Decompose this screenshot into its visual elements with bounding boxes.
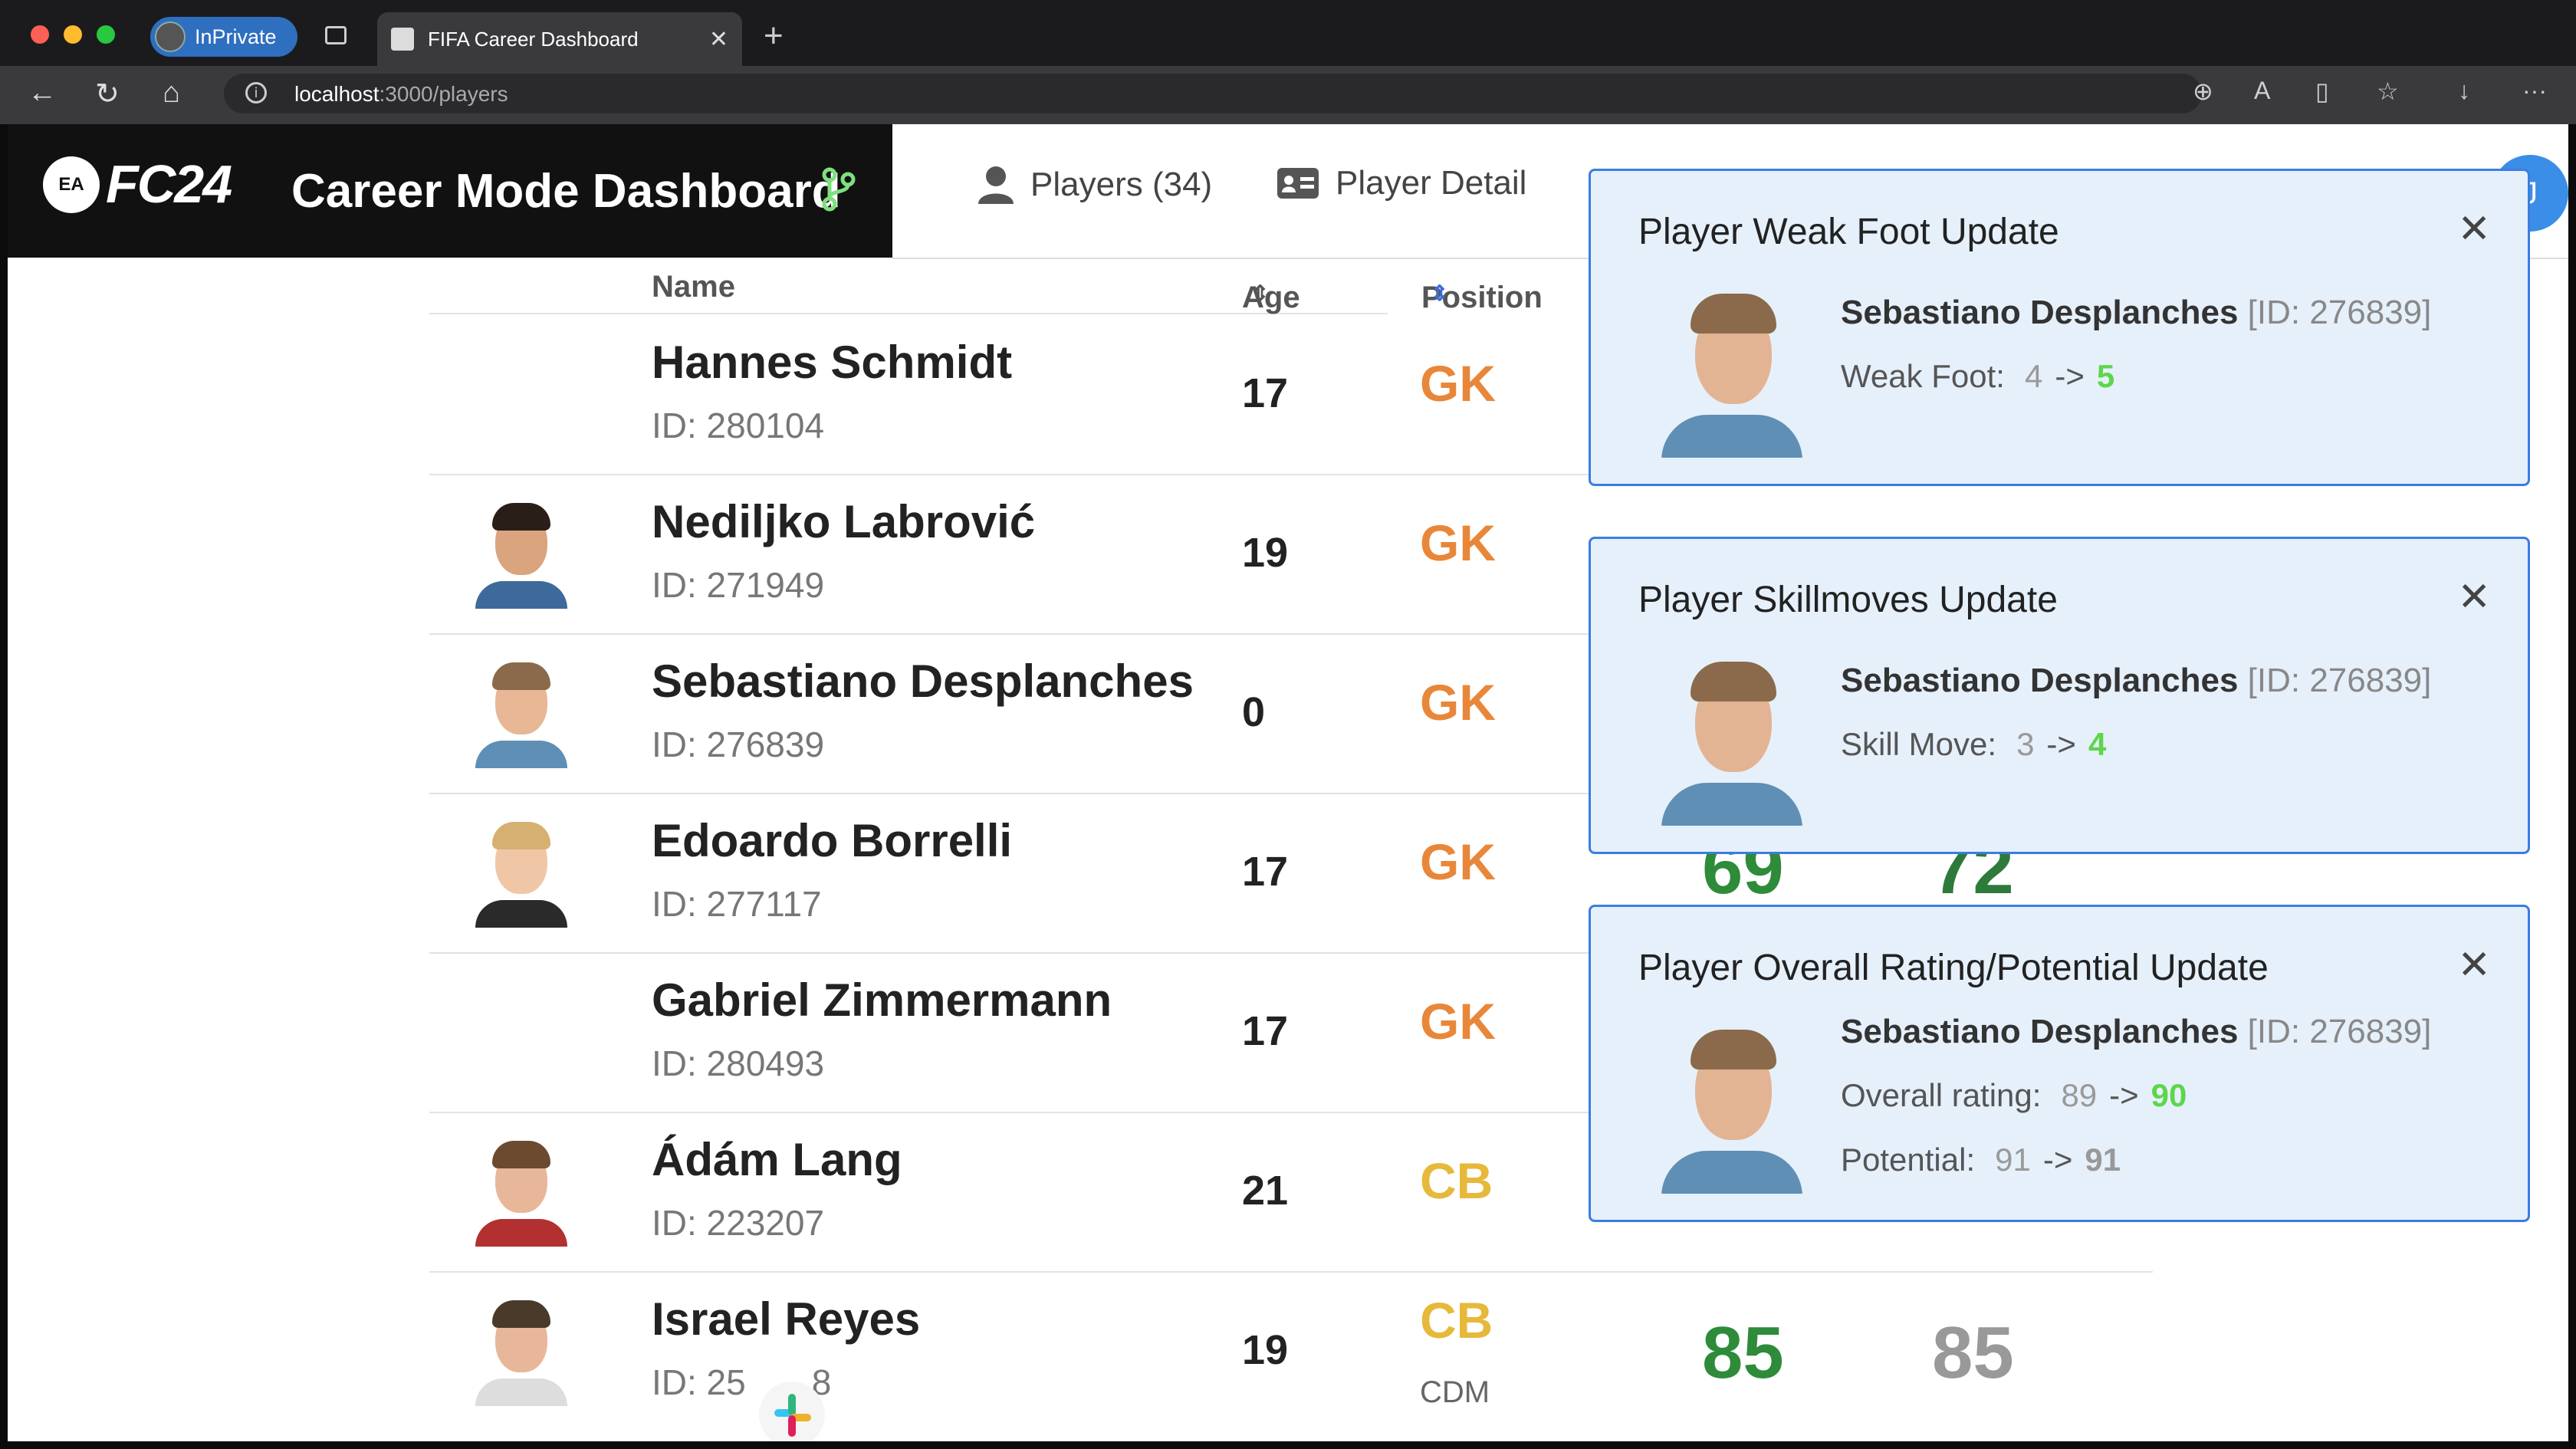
inprivate-label: InPrivate xyxy=(195,25,277,48)
player-id: ID: 280104 xyxy=(652,406,825,445)
tab-favicon-icon xyxy=(391,28,414,51)
new-tab-button[interactable]: + xyxy=(764,17,784,55)
player-name[interactable]: Ádám Lang xyxy=(652,1133,902,1186)
immersive-reader-icon[interactable]: ▯ xyxy=(2315,77,2329,106)
player-name[interactable]: Gabriel Zimmermann xyxy=(652,974,1112,1027)
more-menu-icon[interactable]: ··· xyxy=(2522,77,2547,105)
player-age: 19 xyxy=(1242,530,1289,576)
player-age: 17 xyxy=(1242,370,1289,416)
sort-active-icon: ⇕ xyxy=(1431,281,1449,305)
zoom-icon[interactable]: ⊕ xyxy=(2193,77,2213,106)
app-title: Career Mode Dashboard xyxy=(291,165,841,218)
nav-tab-players[interactable]: Players (34) xyxy=(977,164,1212,205)
notification-player: Sebastiano Desplanches [ID: 276839] xyxy=(1841,662,2432,699)
player-position: CB xyxy=(1420,1292,1493,1349)
browser-tab[interactable]: FIFA Career Dashboard ✕ xyxy=(377,12,742,66)
reload-icon[interactable]: ↻ xyxy=(95,77,120,111)
skillmoves-notification: Player Skillmoves Update ✕ Sebastiano De… xyxy=(1589,537,2530,854)
id-card-icon xyxy=(1277,168,1319,199)
player-photo xyxy=(475,1299,567,1406)
notification-change-line: Overall rating: 89 -> 90 xyxy=(1841,1077,2187,1113)
player-overall: 85 xyxy=(1702,1312,1784,1394)
player-position: GK xyxy=(1420,514,1496,571)
player-photo xyxy=(1661,657,1802,826)
player-age: 19 xyxy=(1242,1327,1289,1373)
tab-title: FIFA Career Dashboard xyxy=(428,27,639,51)
profile-avatar-icon xyxy=(155,21,186,52)
inprivate-profile-button[interactable]: InPrivate xyxy=(150,17,297,57)
player-position: GK xyxy=(1420,355,1496,412)
notification-title: Player Weak Foot Update xyxy=(1638,212,2059,252)
close-icon[interactable]: ✕ xyxy=(2457,942,2491,988)
player-name[interactable]: Sebastiano Desplanches xyxy=(652,655,1194,708)
player-photo xyxy=(1661,289,1802,458)
ea-sports-logo: EA xyxy=(43,156,100,213)
nav-players-label: Players (34) xyxy=(1030,166,1213,203)
notification-player: Sebastiano Desplanches [ID: 276839] xyxy=(1841,294,2432,331)
fc24-logo: FC24 xyxy=(106,154,232,214)
site-info-icon[interactable]: i xyxy=(245,82,267,104)
git-branch-icon xyxy=(822,167,856,212)
player-id: ID: 271949 xyxy=(652,565,825,605)
downloads-icon[interactable]: ↓ xyxy=(2458,77,2470,105)
slack-icon[interactable] xyxy=(759,1382,825,1441)
player-potential: 85 xyxy=(1932,1312,2014,1394)
player-position: GK xyxy=(1420,833,1496,890)
player-id: ID: 277117 xyxy=(652,884,822,924)
notification-title: Player Skillmoves Update xyxy=(1638,580,2058,620)
player-age: 17 xyxy=(1242,1008,1289,1054)
address-bar[interactable]: i localhost:3000/players xyxy=(224,74,2202,113)
player-age: 21 xyxy=(1242,1168,1289,1214)
close-icon[interactable]: ✕ xyxy=(2457,206,2491,252)
notification-title: Player Overall Rating/Potential Update xyxy=(1638,948,2269,988)
player-name[interactable]: Israel Reyes xyxy=(652,1293,920,1346)
player-photo xyxy=(475,501,567,609)
players-table-header: Name Age ⇕ Position ⇕ xyxy=(429,259,1543,314)
player-name[interactable]: Nediljko Labrović xyxy=(652,495,1035,548)
minimize-window-button[interactable] xyxy=(64,25,82,44)
url-text: localhost:3000/players xyxy=(294,82,508,106)
read-aloud-icon[interactable]: A xyxy=(2254,77,2270,105)
favorite-star-icon[interactable]: ☆ xyxy=(2377,77,2399,106)
player-id: ID: 223207 xyxy=(652,1203,825,1243)
page-content: EA FC24 Career Mode Dashboard Players (3… xyxy=(8,124,2568,1441)
notification-player: Sebastiano Desplanches [ID: 276839] xyxy=(1841,1013,2432,1050)
close-icon[interactable]: ✕ xyxy=(2457,574,2491,620)
rating-potential-notification: Player Overall Rating/Potential Update ✕… xyxy=(1589,905,2530,1222)
player-id: ID: 280493 xyxy=(652,1043,825,1083)
player-age: 17 xyxy=(1242,849,1289,895)
player-position: GK xyxy=(1420,674,1496,731)
player-photo xyxy=(1661,1025,1802,1194)
app-brand-header: EA FC24 Career Mode Dashboard xyxy=(8,124,892,258)
weak-foot-notification: Player Weak Foot Update ✕ Sebastiano Des… xyxy=(1589,169,2530,486)
browser-titlebar: InPrivate FIFA Career Dashboard ✕ + xyxy=(0,0,2576,66)
player-secondary-position: CDM xyxy=(1420,1375,1490,1409)
player-photo xyxy=(475,1139,567,1247)
person-icon xyxy=(978,166,1014,204)
home-icon[interactable]: ⌂ xyxy=(163,77,180,110)
sort-icon: ⇕ xyxy=(1251,281,1270,305)
player-age: 0 xyxy=(1242,689,1266,735)
back-icon[interactable]: ← xyxy=(28,77,57,110)
notification-change-line: Skill Move: 3 -> 4 xyxy=(1841,726,2107,762)
player-photo xyxy=(475,661,567,768)
player-name[interactable]: Hannes Schmidt xyxy=(652,336,1012,389)
close-tab-icon[interactable]: ✕ xyxy=(709,26,728,53)
column-name[interactable]: Name xyxy=(652,270,735,304)
player-position: GK xyxy=(1420,993,1496,1050)
notification-change-line: Potential: 91 -> 91 xyxy=(1841,1142,2121,1178)
notification-change-line: Weak Foot: 4 -> 5 xyxy=(1841,358,2115,394)
nav-player-detail-label: Player Detail xyxy=(1336,164,1527,202)
player-photo xyxy=(475,820,567,928)
tab-actions-icon[interactable] xyxy=(325,26,347,44)
player-id: ID: 276839 xyxy=(652,724,825,764)
player-name[interactable]: Edoardo Borrelli xyxy=(652,814,1012,867)
close-window-button[interactable] xyxy=(31,25,49,44)
nav-tab-player-detail[interactable]: Player Detail xyxy=(1276,164,1526,202)
player-position: CB xyxy=(1420,1152,1493,1209)
table-row[interactable]: Israel Reyes ID: 25 8 19 CB CDM 85 85 xyxy=(429,1271,2153,1431)
maximize-window-button[interactable] xyxy=(97,25,115,44)
